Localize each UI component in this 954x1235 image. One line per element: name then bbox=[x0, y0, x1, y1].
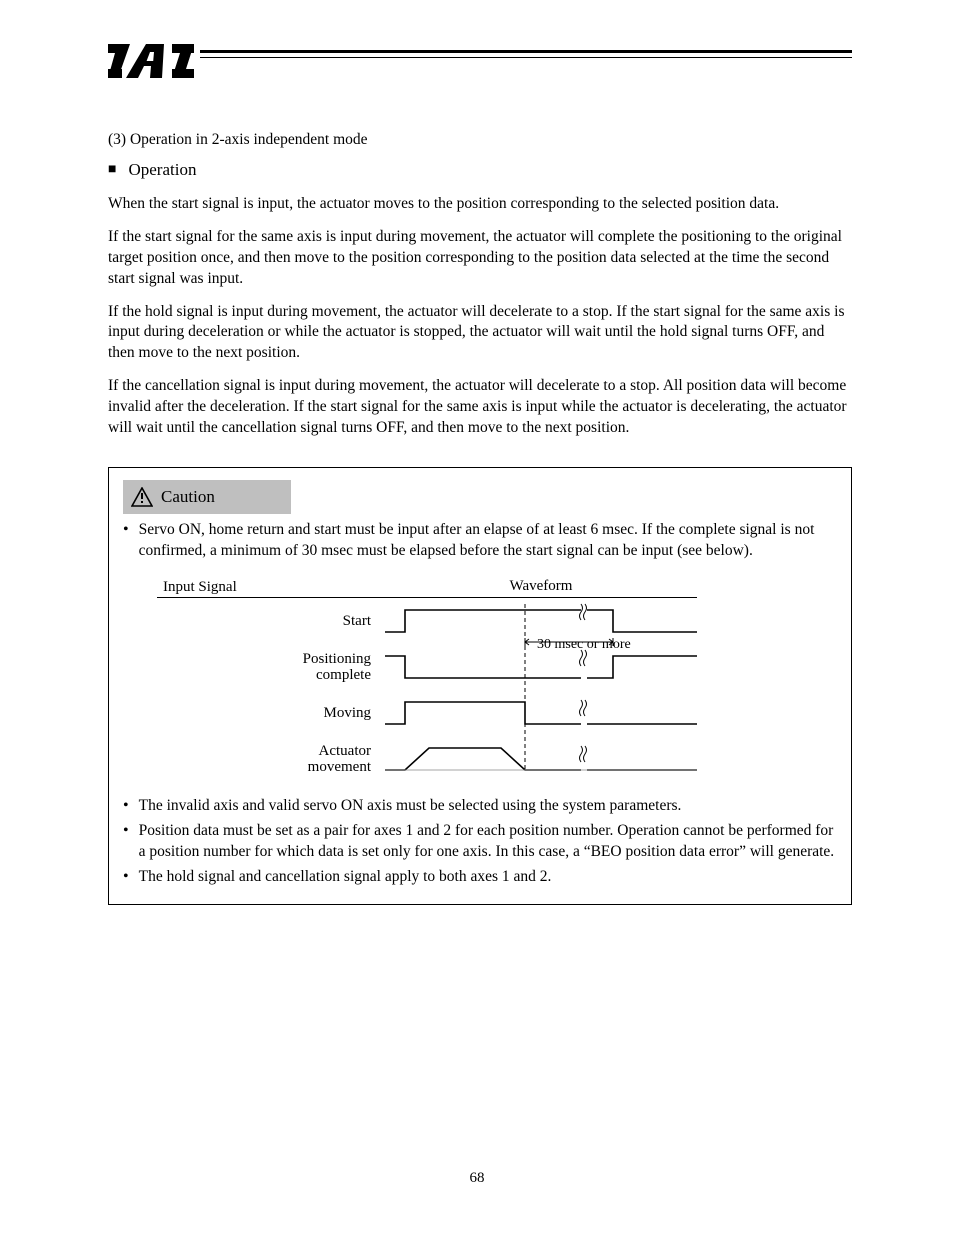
timing-row-label: Actuatormovement bbox=[157, 736, 385, 782]
header-rule bbox=[200, 50, 852, 58]
list-item: • The invalid axis and valid servo ON ax… bbox=[123, 796, 837, 817]
waveform-icon bbox=[385, 598, 697, 786]
operation-heading: Operation bbox=[128, 159, 196, 182]
square-bullet-icon: ■ bbox=[108, 163, 116, 177]
timing-col-header: Waveform bbox=[385, 576, 697, 597]
bullet-icon: • bbox=[123, 869, 129, 888]
caution-label: Caution bbox=[161, 486, 215, 509]
timing-row-label: Moving bbox=[157, 690, 385, 736]
paragraph: If the hold signal is input during movem… bbox=[108, 302, 852, 365]
page-number: 68 bbox=[0, 1170, 954, 1187]
bullet-icon: • bbox=[123, 798, 129, 817]
paragraph: If the start signal for the same axis is… bbox=[108, 227, 852, 290]
paragraph: When the start signal is input, the actu… bbox=[108, 194, 852, 215]
page-content: (3) Operation in 2-axis independent mode… bbox=[108, 130, 852, 905]
bullet-icon: • bbox=[123, 522, 129, 562]
timing-annotation: 30 msec or more bbox=[537, 636, 631, 655]
timing-diagram: Input Signal Waveform Start Positioningc… bbox=[157, 576, 837, 786]
paragraph: If the cancellation signal is input duri… bbox=[108, 376, 852, 439]
list-item: • The hold signal and cancellation signa… bbox=[123, 867, 837, 888]
caution-header: Caution bbox=[123, 480, 291, 514]
page-header bbox=[108, 48, 852, 83]
bullet-icon: • bbox=[123, 823, 129, 863]
list-item: • Position data must be set as a pair fo… bbox=[123, 821, 837, 863]
caution-box: Caution • Servo ON, home return and star… bbox=[108, 467, 852, 905]
timing-row-label: Positioningcomplete bbox=[157, 644, 385, 690]
section-heading: (3) Operation in 2-axis independent mode bbox=[108, 130, 852, 151]
caution-text: Servo ON, home return and start must be … bbox=[139, 520, 837, 562]
list-item: • Servo ON, home return and start must b… bbox=[123, 520, 837, 562]
iai-logo bbox=[108, 44, 194, 83]
warning-icon bbox=[131, 487, 153, 507]
caution-text: The hold signal and cancellation signal … bbox=[139, 867, 837, 888]
timing-col-header: Input Signal bbox=[157, 577, 385, 597]
caution-text: Position data must be set as a pair for … bbox=[139, 821, 837, 863]
timing-row-label: Start bbox=[157, 598, 385, 644]
caution-text: The invalid axis and valid servo ON axis… bbox=[139, 796, 837, 817]
